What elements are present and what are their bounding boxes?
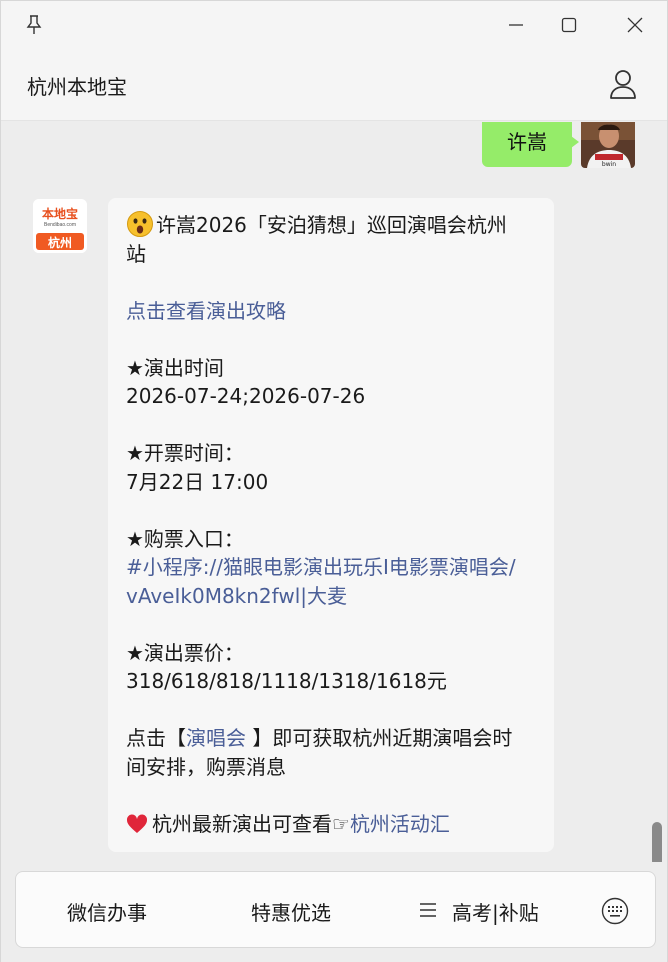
maximize-icon[interactable] [555,11,583,39]
minimize-icon[interactable] [502,11,530,39]
chat-header: 杭州本地宝 [1,51,667,121]
concert-line-2: 间安排，购票消息 [126,754,286,779]
pin-icon[interactable] [20,11,48,39]
chat-scrollbar[interactable] [652,822,662,862]
chat-window: 杭州本地宝 许嵩 bwin 本地宝 Bendibao.com 杭州 许嵩2026… [0,0,668,962]
ticket-link-line-2[interactable]: vAveIk0M8kn2fwl|大麦 [126,582,536,611]
sale-time-label: ★开票时间： [126,441,244,465]
concert-link[interactable]: 演唱会 [186,726,246,750]
close-icon[interactable] [621,11,649,39]
concert-line: 点击【演唱会 】即可获取杭州近期演唱会时 [126,724,536,753]
ticket-link-line-1[interactable]: #小程序://猫眼电影演出玩乐I电影票演唱会/ [126,553,536,582]
svg-text:bwin: bwin [602,161,616,168]
latest-link[interactable]: 杭州活动汇 [350,812,450,836]
show-time-value: 2026-07-24;2026-07-26 [126,384,366,408]
window-bottom-edge [1,958,667,962]
price-label: ★演出票价： [126,640,244,665]
chat-area[interactable]: 许嵩 bwin 本地宝 Bendibao.com 杭州 许嵩2026「安泊猜想」… [1,122,667,862]
title-bar [1,1,667,51]
ticket-entry-label: ★购票入口： [126,526,244,551]
message-title-1: 许嵩2026「安泊猜想」巡回演唱会杭州 [156,213,507,237]
my-avatar[interactable]: bwin [581,122,635,168]
concert-suffix: 】即可获取杭州近期演唱会时 [246,726,513,750]
concert-prefix: 点击【 [126,726,186,750]
menu-item-gaokao-subsidy[interactable]: 高考|补贴 [452,897,539,926]
bottom-menu-bar: 微信办事 特惠优选 高考|补贴 [15,871,656,948]
bot-avatar-mid-text: Bendibao.com [44,222,76,228]
bot-avatar-bottom-text: 杭州 [47,236,72,250]
surprised-face-icon [126,210,154,238]
bot-avatar[interactable]: 本地宝 Bendibao.com 杭州 [33,199,87,253]
keyboard-icon[interactable] [601,897,629,925]
sale-time-value: 7月22日 17:00 [126,469,269,494]
user-icon[interactable] [607,67,639,101]
outgoing-message[interactable]: 许嵩 [482,122,579,167]
menu-item-special-offers[interactable]: 特惠优选 [251,897,331,926]
latest-prefix: 杭州最新演出可查看☞ [152,811,350,836]
guide-link[interactable]: 点击查看演出攻略 [126,297,536,326]
heart-icon [126,813,148,833]
menu-item-wechat-service[interactable]: 微信办事 [67,897,147,926]
incoming-message[interactable]: 许嵩2026「安泊猜想」巡回演唱会杭州 站 点击查看演出攻略 ★演出时间 202… [108,198,554,852]
price-value: 318/618/818/1118/1318/1618元 [126,669,447,693]
chat-title: 杭州本地宝 [27,75,127,99]
message-title-line: 许嵩2026「安泊猜想」巡回演唱会杭州 [126,210,536,240]
message-title-2: 站 [126,241,146,266]
bot-avatar-top-text: 本地宝 [41,207,78,221]
latest-line: 杭州最新演出可查看☞杭州活动汇 [126,810,536,839]
show-time-label: ★演出时间 [126,355,224,380]
hamburger-icon[interactable] [419,902,437,918]
